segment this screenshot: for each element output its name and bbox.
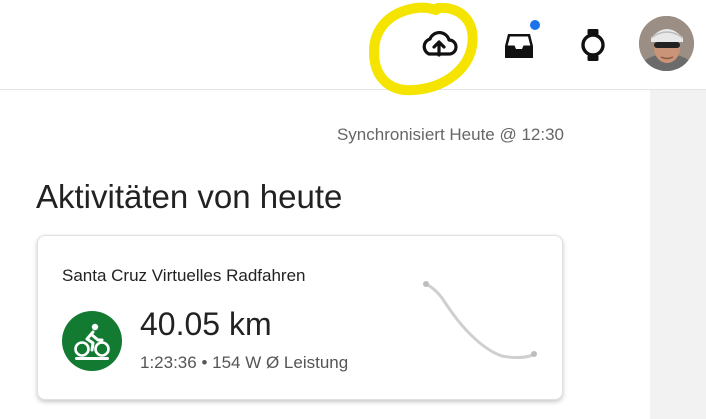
activity-card[interactable]: Santa Cruz Virtuelles Radfahren 40.05 km… [37, 235, 563, 400]
activity-details: 1:23:36 • 154 W Ø Leistung [140, 353, 349, 372]
activity-name[interactable]: Santa Cruz Virtuelles Radfahren [62, 266, 306, 286]
watch-icon[interactable] [570, 22, 616, 68]
cloud-upload-icon[interactable] [416, 24, 462, 70]
sync-status: Synchronisiert Heute @ 12:30 [336, 125, 564, 144]
indoor-cycling-icon [62, 311, 122, 371]
avatar[interactable] [639, 16, 694, 71]
top-navigation-bar [0, 0, 706, 96]
notification-badge [530, 20, 540, 30]
activity-distance: 40.05 km [140, 306, 272, 342]
page-title: Aktivitäten von heute [36, 178, 343, 215]
route-map-thumbnail [423, 281, 537, 359]
right-sidebar [650, 90, 706, 419]
